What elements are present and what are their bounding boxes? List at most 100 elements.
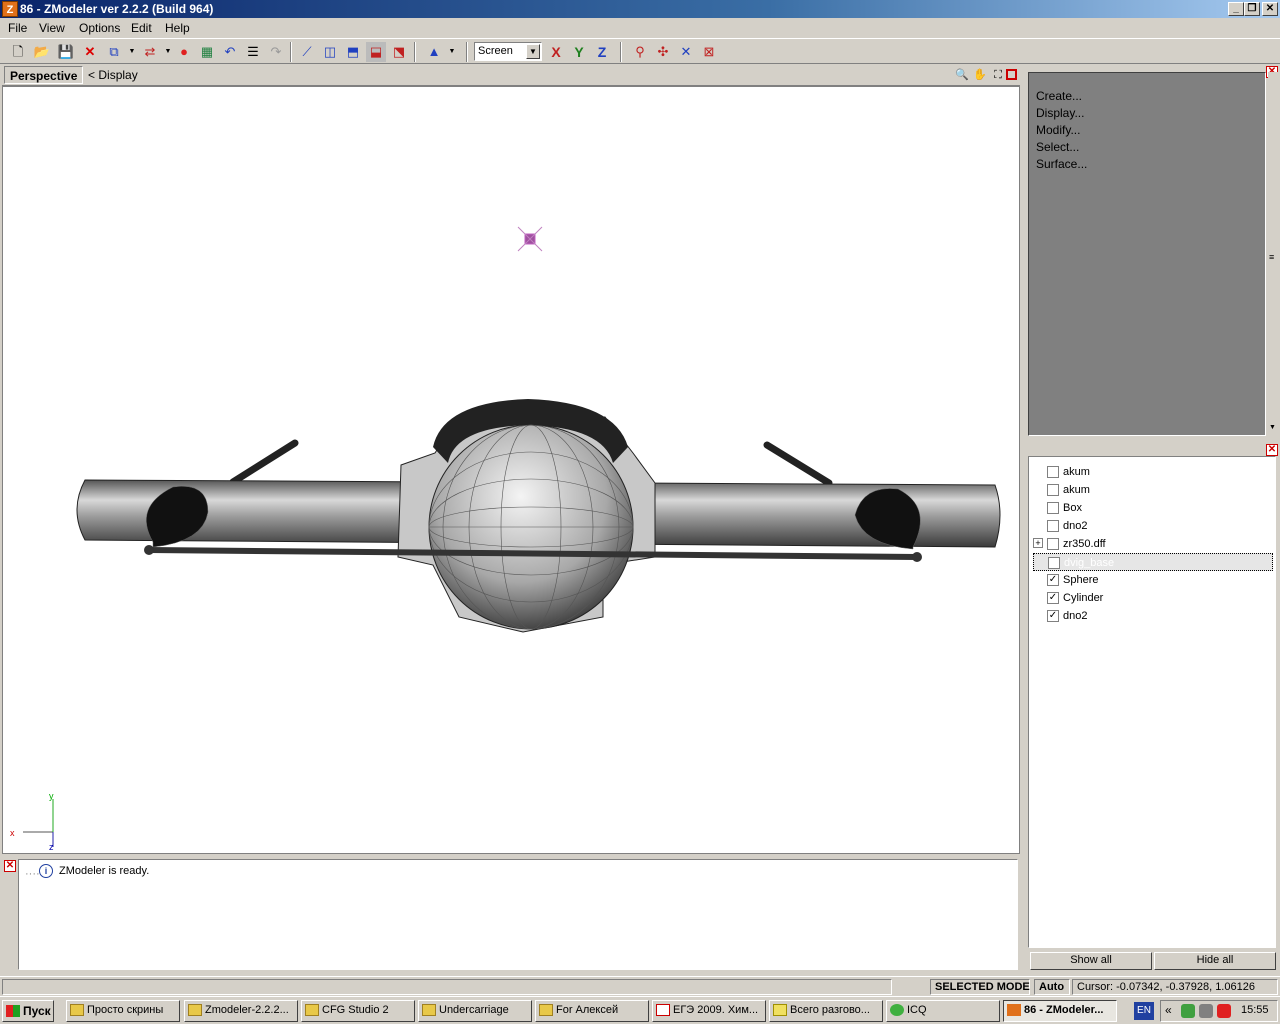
axis-z-toggle[interactable]: Z (592, 42, 612, 62)
import-icon[interactable]: ⧉ (104, 42, 124, 62)
menu-file[interactable]: File (8, 21, 27, 35)
command-surface[interactable]: Surface... (1036, 157, 1087, 171)
object-row[interactable]: dno2 (1033, 517, 1273, 535)
menu-view[interactable]: View (39, 21, 65, 35)
3d-viewport[interactable]: x y z (2, 86, 1020, 854)
object-row[interactable]: akum (1033, 481, 1273, 499)
light-marker-icon[interactable] (517, 226, 543, 252)
pan-icon[interactable]: ✋ (970, 65, 990, 85)
tray-expand-icon[interactable]: « (1165, 1003, 1172, 1017)
visibility-checkbox[interactable] (1047, 538, 1059, 550)
object-mode-icon[interactable]: ⬒ (343, 42, 363, 62)
object-row[interactable]: ✓ Cylinder (1033, 589, 1273, 607)
render-icon[interactable]: ▦ (197, 42, 217, 62)
axis-x-toggle[interactable]: X (546, 42, 566, 62)
taskbar-item[interactable]: CFG Studio 2 (301, 1000, 415, 1022)
snap-icon[interactable]: ⚲ (630, 42, 650, 62)
cursor-coordinates: Cursor: -0.07342, -0.37928, 1.06126 (1072, 979, 1278, 995)
scale-icon[interactable]: ⊠ (699, 42, 719, 62)
log-output[interactable]: ···· i ZModeler is ready. (18, 859, 1018, 970)
left-rod (229, 439, 299, 486)
object-row[interactable]: ✓ dno2 (1033, 607, 1273, 625)
folder-icon (422, 1004, 436, 1016)
object-panel-close-icon[interactable]: ✕ (1266, 444, 1278, 456)
new-file-icon[interactable]: 🗋 (8, 42, 28, 62)
export-icon[interactable]: ⇄ (140, 42, 160, 62)
viewport-close-icon[interactable] (1006, 69, 1017, 80)
visibility-checkbox[interactable]: ✓ (1047, 592, 1059, 604)
taskbar-item-label: Zmodeler-2.2.2... (205, 1004, 289, 1016)
object-row-selected[interactable]: dvig_base (1033, 553, 1273, 571)
visibility-checkbox[interactable] (1047, 520, 1059, 532)
delete-icon[interactable]: ✕ (80, 42, 100, 62)
rotate-icon[interactable]: ✕ (676, 42, 696, 62)
menu-edit[interactable]: Edit (131, 21, 152, 35)
command-modify[interactable]: Modify... (1036, 123, 1080, 137)
visibility-checkbox[interactable] (1047, 466, 1059, 478)
tray-network-icon[interactable] (1199, 1004, 1213, 1018)
taskbar-item[interactable]: ЕГЭ 2009. Хим... (652, 1000, 766, 1022)
taskbar-item[interactable]: ICQ (886, 1000, 1000, 1022)
viewport-perspective-tab[interactable]: Perspective (4, 66, 84, 84)
expand-icon[interactable]: + (1033, 538, 1043, 548)
show-all-button[interactable]: Show all (1030, 952, 1152, 970)
axis-y-toggle[interactable]: Y (569, 42, 589, 62)
log-close-icon[interactable]: ✕ (4, 860, 16, 872)
tie-rod-right-end (912, 552, 922, 562)
taskbar-item[interactable]: Просто скрины (66, 1000, 180, 1022)
object-name: akum (1063, 466, 1090, 478)
taskbar-item[interactable]: Всего разгово... (769, 1000, 883, 1022)
language-indicator[interactable]: EN (1134, 1002, 1154, 1020)
minimize-button[interactable]: _ (1228, 2, 1244, 16)
taskbar-item[interactable]: Undercarriage (418, 1000, 532, 1022)
info-icon: i (39, 864, 53, 878)
tray-app-icon[interactable] (1181, 1004, 1195, 1018)
window-title: 86 - ZModeler ver 2.2.2 (Build 964) (20, 2, 214, 16)
pointer-icon[interactable]: ▲ (424, 42, 444, 62)
viewport-display-link[interactable]: < Display (88, 68, 138, 82)
taskbar-item[interactable]: For Алексей (535, 1000, 649, 1022)
import-dropdown-icon[interactable]: ▼ (122, 42, 142, 62)
object-row[interactable]: Box (1033, 499, 1273, 517)
taskbar-item-label: For Алексей (556, 1004, 619, 1016)
object-row[interactable]: ✓ Sphere (1033, 571, 1273, 589)
hide-all-button[interactable]: Hide all (1154, 952, 1276, 970)
cube-mode-icon[interactable]: ⬔ (389, 42, 409, 62)
menu-options[interactable]: Options (79, 21, 120, 35)
tray-antivirus-icon[interactable] (1217, 1004, 1231, 1018)
object-name: Cylinder (1063, 592, 1104, 604)
visibility-checkbox[interactable] (1047, 502, 1059, 514)
command-display[interactable]: Display... (1036, 106, 1084, 120)
taskbar-item-label: Undercarriage (439, 1004, 509, 1016)
object-row[interactable]: + zr350.dff (1033, 535, 1273, 553)
view-mode-select[interactable]: Screen ▼ (474, 42, 542, 61)
visibility-checkbox[interactable]: ✓ (1047, 574, 1059, 586)
object-row[interactable]: akum (1033, 463, 1273, 481)
scroll-down-icon[interactable]: ▼ (1269, 424, 1276, 431)
move-icon[interactable]: ✣ (653, 42, 673, 62)
zoom-icon[interactable]: 🔍 (952, 65, 972, 85)
command-scrollbar[interactable]: ≡ ▼ (1268, 72, 1278, 436)
command-select[interactable]: Select... (1036, 140, 1079, 154)
open-file-icon[interactable]: 📂 (32, 42, 52, 62)
visibility-checkbox[interactable]: ✓ (1047, 610, 1059, 622)
menu-help[interactable]: Help (165, 21, 190, 35)
visibility-checkbox[interactable] (1047, 484, 1059, 496)
record-icon[interactable]: ● (174, 42, 194, 62)
maximize-viewport-icon[interactable]: ⛶ (988, 65, 1008, 85)
taskbar-item[interactable]: Zmodeler-2.2.2... (184, 1000, 298, 1022)
properties-icon[interactable]: ☰ (243, 42, 263, 62)
start-button[interactable]: Пуск (2, 1000, 54, 1022)
face-mode-icon[interactable]: ◫ (320, 42, 340, 62)
command-create[interactable]: Create... (1036, 89, 1082, 103)
visibility-checkbox[interactable] (1048, 557, 1060, 569)
restore-button[interactable]: ❐ (1244, 2, 1260, 16)
vertex-mode-icon[interactable]: ⟋ (297, 42, 317, 62)
surface-mode-icon[interactable]: ⬓ (366, 42, 386, 62)
save-icon[interactable]: 💾 (56, 42, 76, 62)
close-button[interactable]: ✕ (1262, 2, 1278, 16)
taskbar-item-active[interactable]: 86 - ZModeler... (1003, 1000, 1117, 1022)
undo-icon[interactable]: ↶ (220, 42, 240, 62)
pointer-dropdown-icon[interactable]: ▼ (442, 42, 462, 62)
redo-icon[interactable]: ↷ (266, 42, 286, 62)
